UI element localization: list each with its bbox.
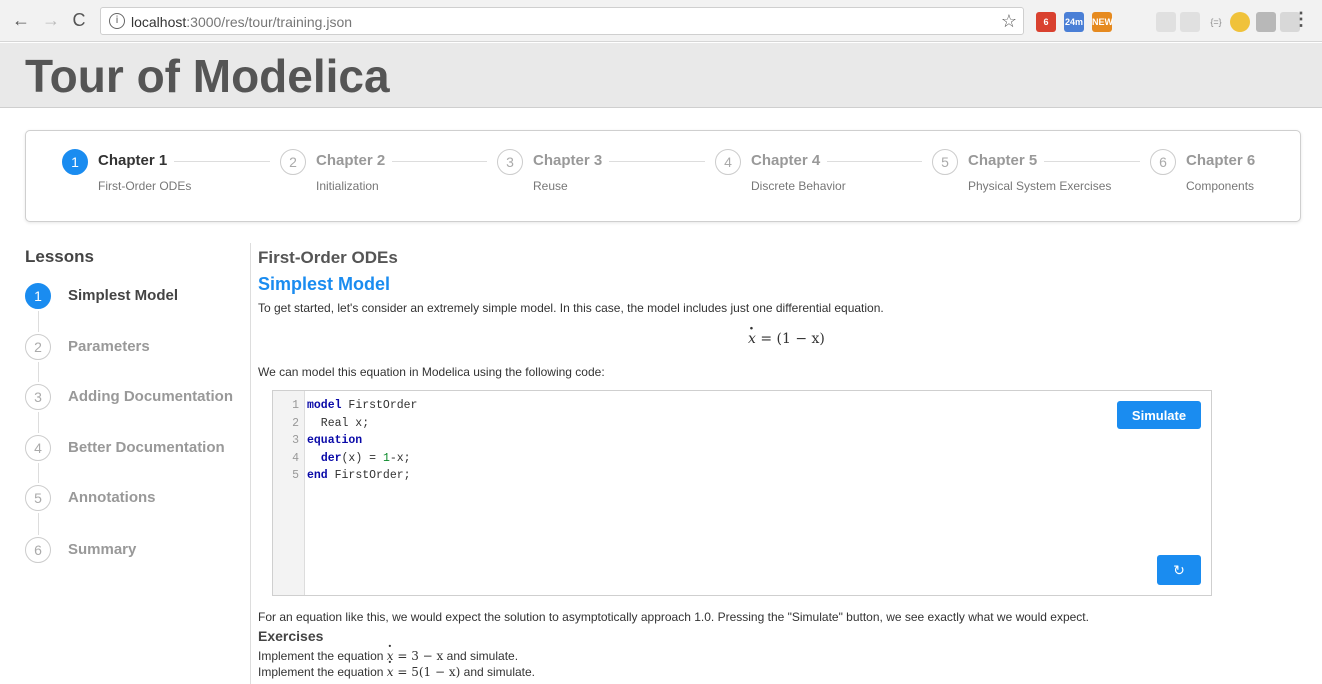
exercises-heading: Exercises: [258, 628, 324, 644]
line-number: 1: [292, 399, 299, 412]
lesson-number-badge: 6: [25, 537, 51, 563]
code-text: FirstOrder: [341, 399, 418, 412]
lesson-number-badge: 5: [25, 485, 51, 511]
exercise-equation: x = 3 − x: [387, 639, 444, 663]
chapter-title: Chapter 5: [968, 152, 1038, 169]
line-number: 4: [292, 451, 299, 465]
code-line: 4 der(x) = 1-x;: [273, 452, 1173, 465]
step-number-badge: 3: [497, 149, 523, 175]
simulate-button[interactable]: Simulate: [1117, 401, 1201, 429]
forward-arrow-icon[interactable]: →: [40, 9, 62, 31]
chapter-title: Chapter 3: [533, 152, 603, 169]
site-title: Tour of Modelica: [25, 50, 390, 102]
code-line: 3 equation: [273, 434, 1173, 447]
code-text: FirstOrder;: [327, 469, 411, 482]
code-keyword: model: [307, 399, 342, 412]
equation: x = (1 − x): [748, 321, 825, 347]
lesson-label: Annotations: [68, 489, 156, 506]
step-connector: [174, 161, 270, 162]
code-keyword: end: [307, 469, 328, 482]
code-keyword: equation: [307, 434, 363, 447]
extension-icon[interactable]: {=}: [1206, 12, 1226, 32]
browser-menu-icon[interactable]: ⋮: [1292, 9, 1310, 30]
lesson-connector: [38, 362, 39, 382]
chapter-description: Discrete Behavior: [751, 179, 846, 193]
lesson-number-badge: 1: [25, 283, 51, 309]
lesson-label: Simplest Model: [68, 287, 179, 304]
chapter-description: Initialization: [316, 179, 379, 193]
chapter-title: Chapter 1: [98, 152, 168, 169]
lesson-connector: [38, 463, 39, 483]
extension-icon[interactable]: [1256, 12, 1276, 32]
address-bar[interactable]: i localhost:3000/res/tour/training.json …: [100, 7, 1024, 35]
code-editor[interactable]: 1 model FirstOrder 2 Real x; 3 equation 4 der…: [272, 390, 1212, 596]
after-code-text: For an equation like this, we would expe…: [258, 610, 1089, 624]
line-number: 5: [292, 469, 299, 482]
intro-text: To get started, let's consider an extrem…: [258, 301, 884, 315]
step-number-badge: 5: [932, 149, 958, 175]
timer-ext-icon[interactable]: 24m: [1064, 12, 1084, 32]
chapter-description: Physical System Exercises: [968, 179, 1112, 193]
lesson-connector: [38, 412, 39, 433]
step-number-badge: 4: [715, 149, 741, 175]
step-number-badge: 2: [280, 149, 306, 175]
exercise-item: Implement the equation x = 5(1 − x) and …: [258, 655, 535, 679]
step-number-badge: 6: [1150, 149, 1176, 175]
url-text[interactable]: localhost:3000/res/tour/training.json: [131, 14, 352, 30]
chapter-title: Chapter 4: [751, 152, 821, 169]
section-heading: First-Order ODEs: [258, 248, 398, 267]
code-line: 5 end FirstOrder;: [273, 469, 1173, 482]
step-connector: [392, 161, 487, 162]
chapter-title: Chapter 6: [1186, 152, 1256, 169]
site-header: Tour of Modelica: [0, 43, 1322, 108]
lesson-label: Parameters: [68, 338, 150, 355]
lesson-label: Adding Documentation: [68, 388, 233, 405]
lesson-connector: [38, 311, 39, 332]
reset-code-button[interactable]: ↻: [1157, 555, 1201, 585]
lesson-number-badge: 4: [25, 435, 51, 461]
exercise-equation: x = 5(1 − x): [387, 655, 461, 679]
extension-icon[interactable]: [1230, 12, 1250, 32]
code-text: der(x) = 1-x;: [320, 451, 411, 465]
step-connector: [827, 161, 922, 162]
step-number-badge: 1: [62, 149, 88, 175]
chapter-steps: 1 Chapter 1 First-Order ODEs 2 Chapter 2 Init…: [25, 130, 1301, 222]
chapter-description: First-Order ODEs: [98, 179, 192, 193]
extension-icon[interactable]: [1180, 12, 1200, 32]
line-number: 3: [292, 434, 299, 447]
extension-icon[interactable]: [1156, 12, 1176, 32]
code-text: Real x;: [307, 416, 370, 430]
code-intro-text: We can model this equation in Modelica u…: [258, 365, 605, 379]
info-icon[interactable]: i: [109, 13, 125, 29]
chapter-description: Components: [1186, 179, 1255, 193]
chapter-title: Chapter 2: [316, 152, 386, 169]
new-ext-icon[interactable]: NEW: [1092, 12, 1113, 32]
lesson-number-badge: 3: [25, 384, 51, 410]
calendar-ext-icon[interactable]: 6: [1036, 12, 1056, 32]
lesson-number-badge: 2: [25, 334, 51, 360]
lesson-label: Summary: [68, 541, 137, 558]
chapter-description: Reuse: [533, 179, 568, 193]
back-arrow-icon[interactable]: ←: [10, 9, 32, 31]
step-connector: [1044, 161, 1140, 162]
step-connector: [609, 161, 705, 162]
lesson-connector: [38, 513, 39, 535]
lesson-label: Better Documentation: [68, 439, 225, 456]
line-number: 2: [292, 416, 299, 430]
reload-icon[interactable]: C: [68, 9, 90, 31]
code-line: 2 Real x;: [273, 417, 1173, 430]
lesson-title: Simplest Model: [258, 274, 391, 294]
code-line: 1 model FirstOrder: [273, 399, 1173, 412]
browser-toolbar: ← → C i localhost:3000/res/tour/training…: [0, 0, 1322, 42]
bookmark-star-icon[interactable]: ☆: [1001, 11, 1017, 32]
sidebar-divider: [250, 243, 251, 684]
lessons-heading: Lessons: [25, 247, 94, 266]
